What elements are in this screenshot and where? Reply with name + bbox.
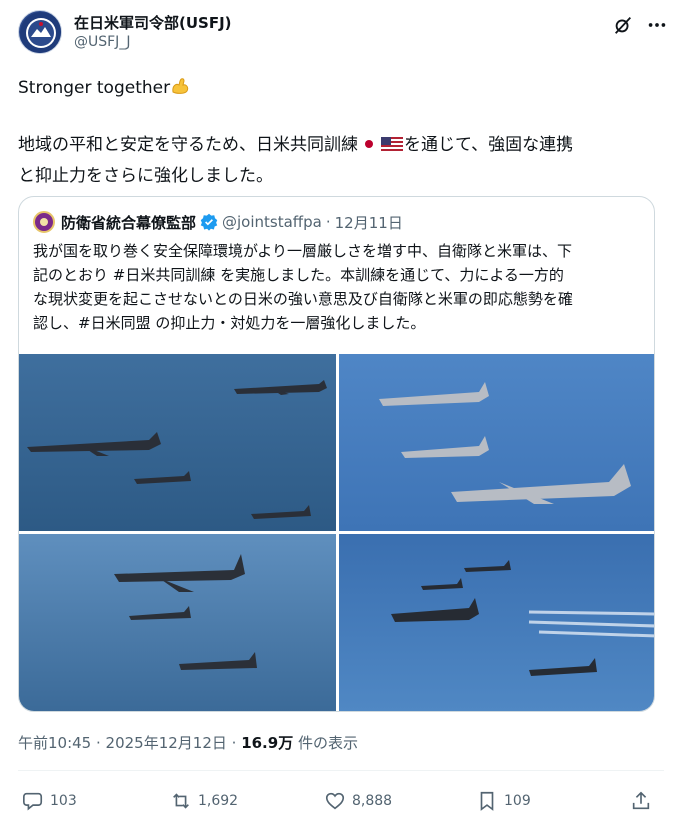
photo-2[interactable]: [339, 354, 654, 531]
quoted-post[interactable]: 防衛省統合幕僚監部 @jointstaffpa · 12月11日 我が国を取り巻…: [18, 196, 655, 712]
action-bar: 103 1,692 8,888 109: [18, 784, 664, 818]
quoted-media-grid: [19, 354, 654, 711]
quoted-date[interactable]: 12月11日: [335, 212, 403, 233]
like-count: 8,888: [352, 793, 393, 809]
reply-count: 103: [50, 793, 77, 809]
post-meta: 午前10:45 · 2025年12月12日 · 16.9万 件の表示: [18, 732, 358, 753]
japan-flag-icon: [358, 134, 380, 162]
quoted-avatar[interactable]: [33, 211, 55, 233]
post-line-3: と抑止力をさらに強化しました。: [18, 166, 273, 186]
quoted-text-line-1: 我が国を取り巻く安全保障環境がより一層厳しさを増す中、自衛隊と米軍は、下: [33, 242, 572, 260]
heart-icon: [325, 792, 345, 810]
like-button[interactable]: 8,888: [324, 784, 392, 818]
bookmark-button[interactable]: 109: [476, 784, 531, 818]
avatar[interactable]: [18, 10, 62, 54]
verified-badge-icon: [200, 213, 218, 231]
more-horizontal-icon[interactable]: [646, 14, 668, 36]
share-icon: [632, 791, 650, 810]
bookmark-count: 109: [504, 793, 531, 809]
divider: [18, 770, 664, 771]
separator: ·: [325, 213, 331, 231]
us-flag-icon: [380, 134, 404, 162]
flexed-biceps-icon: [170, 76, 190, 105]
quoted-text-line-4: 認し、#日米同盟 の抑止力・対処力を一層強化しました。: [33, 314, 426, 332]
post-text: Stronger together 地域の平和と安定を守るため、日米共同訓練 を通…: [18, 74, 664, 190]
photo-1[interactable]: [19, 354, 336, 531]
display-name[interactable]: 在日米軍司令部(USFJ): [74, 12, 232, 33]
quoted-handle[interactable]: @jointstaffpa: [222, 213, 322, 231]
share-button[interactable]: [630, 784, 658, 818]
photo-3[interactable]: [19, 534, 336, 711]
quoted-text: 我が国を取り巻く安全保障環境がより一層厳しさを増す中、自衛隊と米軍は、下 記のと…: [33, 239, 641, 335]
quoted-text-line-2: 記のとおり #日米共同訓練 を実施しました。本訓練を通じて、力による一方的: [33, 266, 564, 284]
view-count: 16.9万: [241, 734, 294, 752]
bookmark-icon: [480, 791, 494, 811]
post-timestamp[interactable]: 午前10:45 · 2025年12月12日 ·: [18, 734, 241, 752]
user-handle[interactable]: @USFJ_J: [74, 34, 130, 50]
reply-button[interactable]: 103: [22, 784, 77, 818]
view-count-suffix: 件の表示: [293, 734, 358, 752]
grok-slash-icon[interactable]: [612, 14, 634, 36]
quoted-display-name[interactable]: 防衛省統合幕僚監部: [61, 212, 196, 233]
photo-4[interactable]: [339, 534, 654, 711]
repost-count: 1,692: [198, 793, 239, 809]
quoted-text-line-3: な現状変更を起こさせないとの日米の強い意思及び自衛隊と米軍の即応態勢を確: [33, 290, 573, 308]
reply-icon: [23, 792, 43, 811]
post-line-2a: 地域の平和と安定を守るため、日米共同訓練: [18, 135, 358, 155]
post-line-2b: を通じて、強固な連携: [404, 135, 574, 155]
quoted-post-header: 防衛省統合幕僚監部 @jointstaffpa · 12月11日: [33, 211, 403, 233]
repost-button[interactable]: 1,692: [170, 784, 238, 818]
repost-icon: [173, 793, 189, 809]
post-header: 在日米軍司令部(USFJ) @USFJ_J: [18, 10, 668, 56]
post-line-1: Stronger together: [18, 78, 171, 98]
